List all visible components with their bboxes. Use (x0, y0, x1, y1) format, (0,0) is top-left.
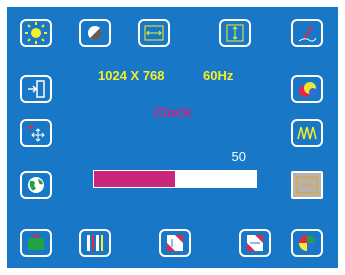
resolution-label: 1024 X 768 (98, 68, 165, 83)
language-button[interactable] (20, 171, 52, 199)
color-circles-icon (299, 82, 317, 97)
move-cursor-icon (28, 125, 45, 142)
vertical-position-button[interactable] (219, 19, 251, 47)
tools-button[interactable] (79, 229, 111, 257)
pencil-icon (298, 25, 317, 42)
phase-button[interactable] (291, 119, 323, 147)
waveform-icon (297, 126, 317, 140)
clock-button[interactable] (291, 171, 323, 199)
refresh-rate-label: 60Hz (203, 68, 234, 83)
reset-vertical-button[interactable] (159, 229, 191, 257)
clock-slider[interactable] (93, 170, 257, 188)
tools-icon (87, 235, 103, 251)
brightness-button[interactable] (20, 19, 52, 47)
reset-horizontal-button[interactable] (239, 229, 271, 257)
clock-size-icon (296, 176, 318, 194)
page-vertical-icon (167, 235, 183, 251)
vertical-position-icon (226, 24, 244, 42)
horizontal-position-icon (144, 25, 164, 41)
menu-title: Clock (153, 104, 192, 120)
value-label: 50 (231, 149, 246, 164)
contrast-button[interactable] (79, 19, 111, 47)
page-horizontal-icon (247, 235, 263, 251)
globe-icon (28, 177, 44, 193)
video-mode-button[interactable] (20, 229, 52, 257)
contrast-icon (88, 26, 103, 41)
sharpness-button[interactable] (291, 19, 323, 47)
exit-button[interactable] (20, 75, 52, 103)
color-wheel-button[interactable] (291, 229, 323, 257)
slider-fill (94, 171, 175, 187)
color-button[interactable] (291, 75, 323, 103)
exit-door-icon (28, 80, 45, 98)
sun-icon (25, 22, 47, 44)
color-wheel-icon (299, 235, 315, 251)
tv-icon (28, 233, 44, 250)
horizontal-position-button[interactable] (138, 19, 170, 47)
osd-menu: 1024 X 768 60Hz Clock 50 (7, 7, 338, 268)
auto-adjust-button[interactable] (20, 119, 52, 147)
